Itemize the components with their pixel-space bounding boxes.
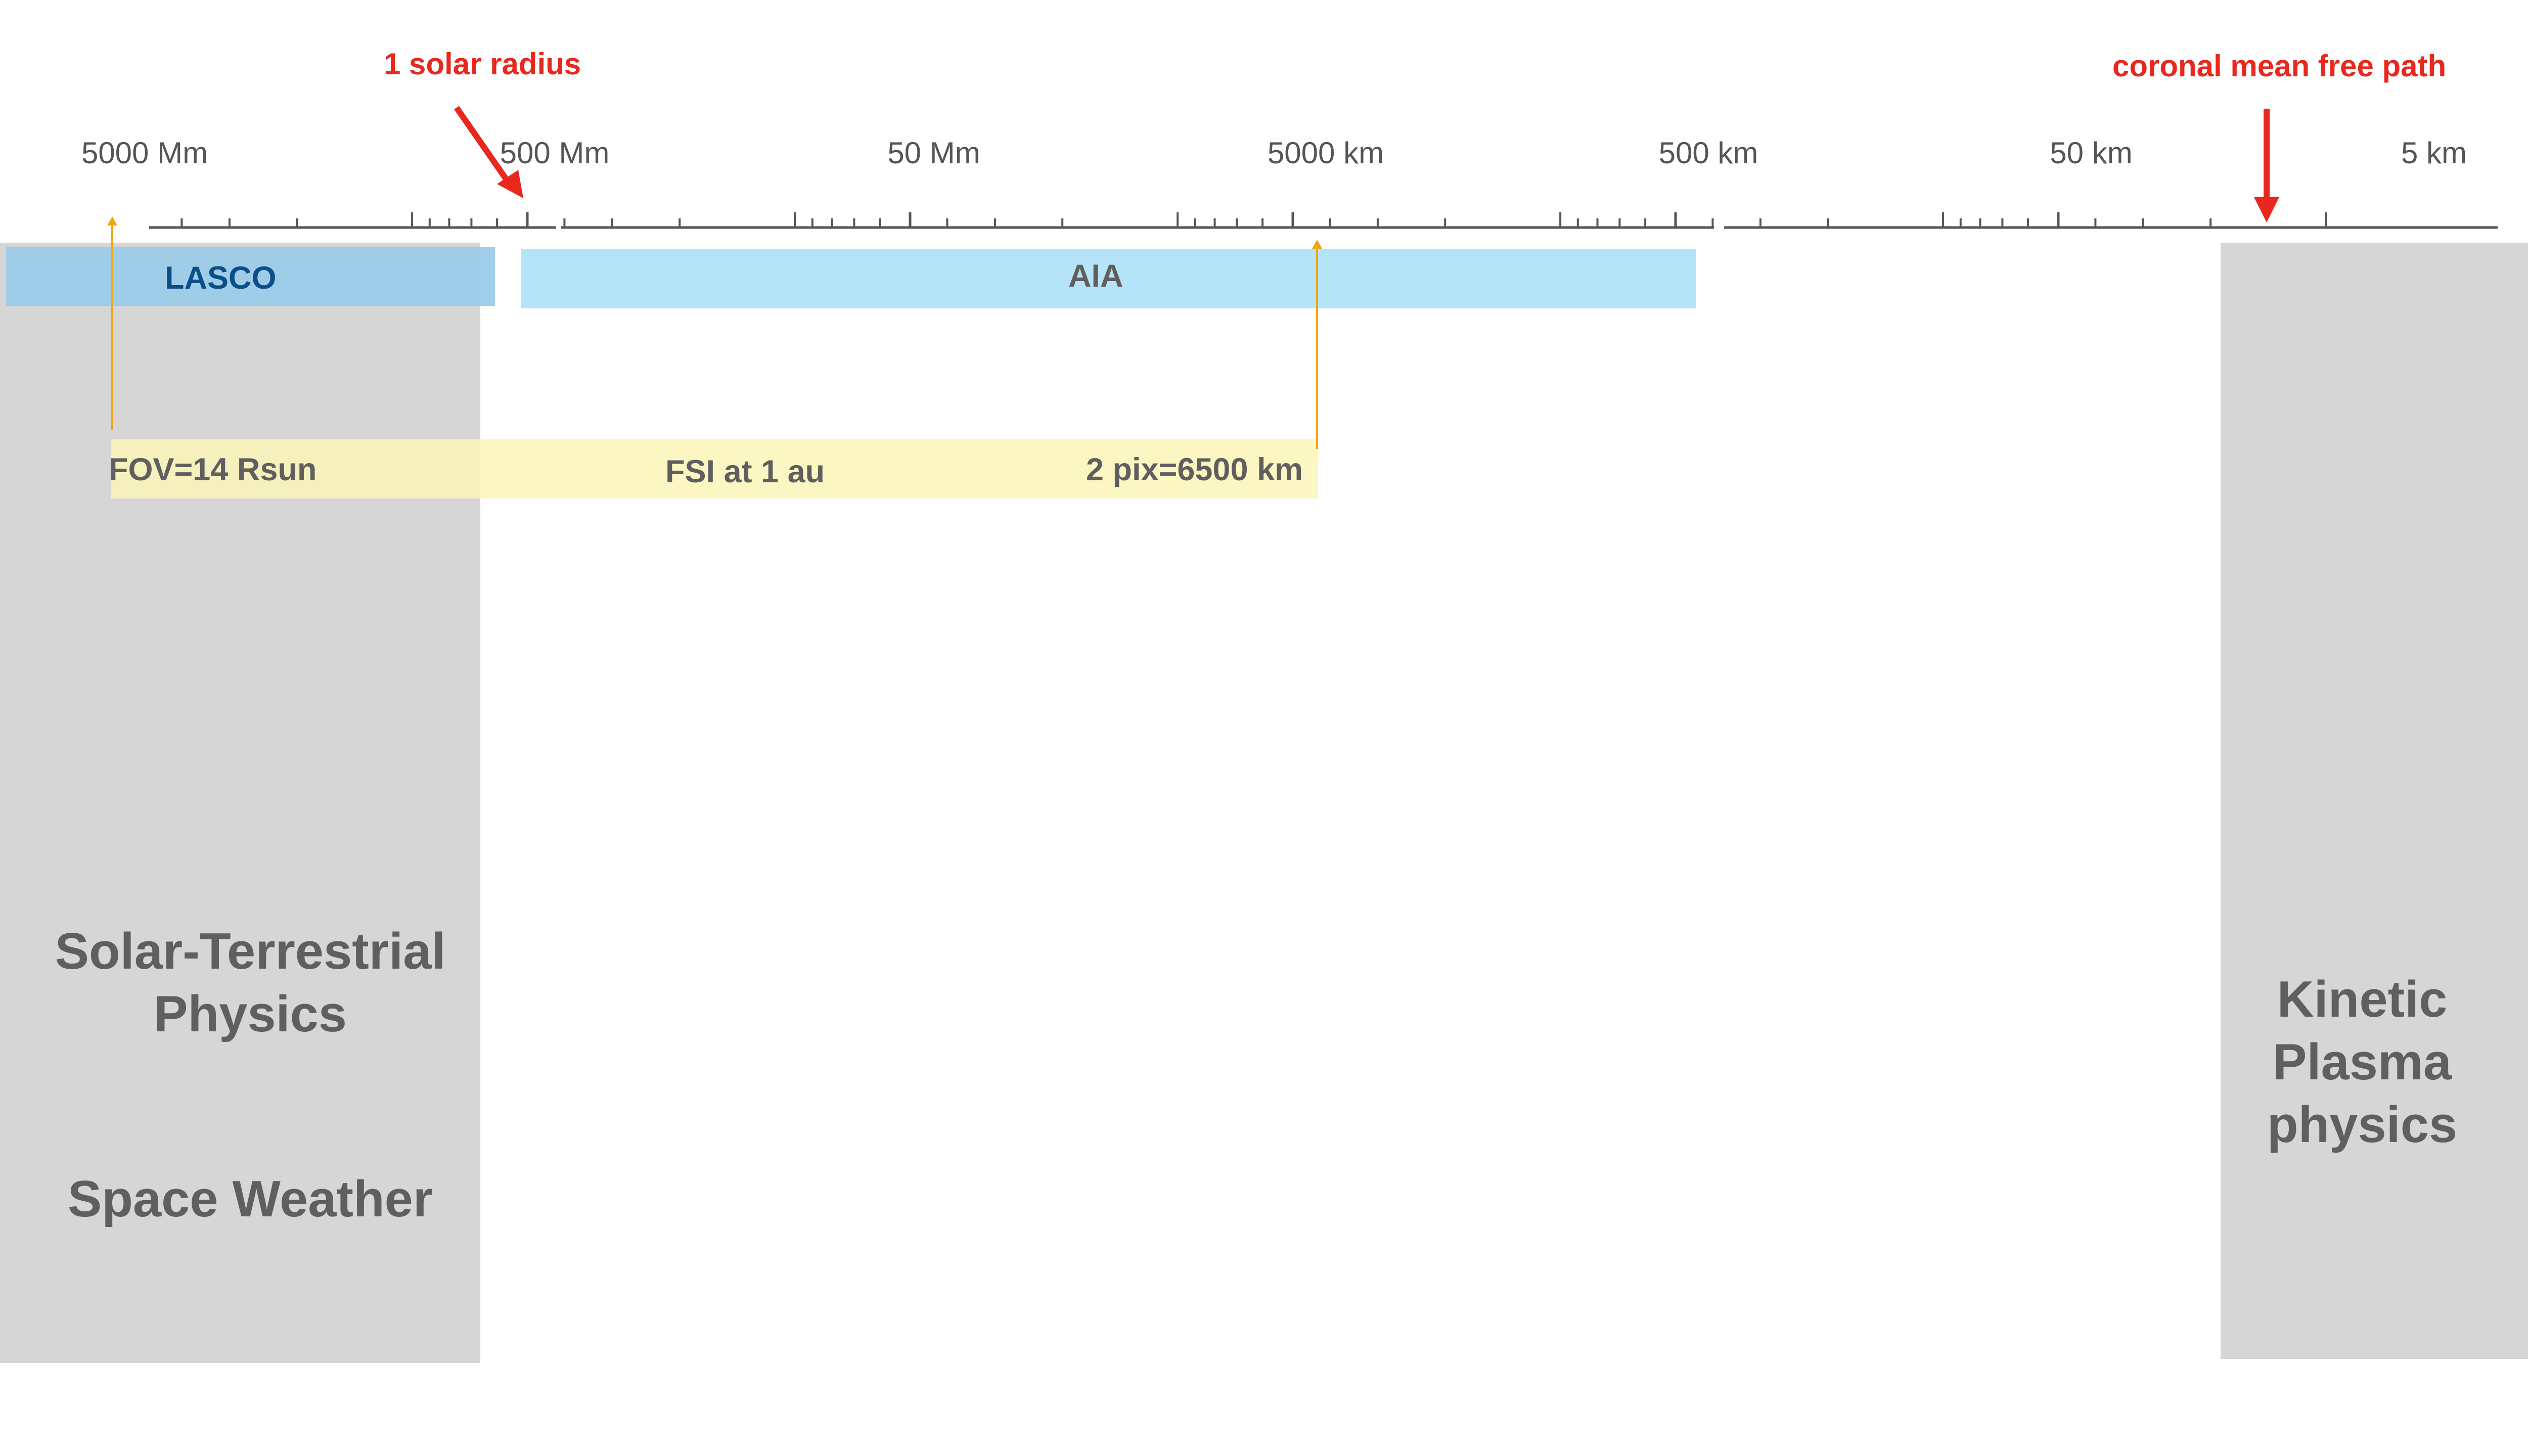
- tick-label-5000km: 5000 km: [1267, 136, 1384, 170]
- tick-label-5000mm: 5000 Mm: [81, 136, 208, 170]
- tick-label-5km: 5 km: [2401, 136, 2467, 170]
- space-weather-title: Space Weather: [20, 1168, 480, 1231]
- solar-radius-annotation: 1 solar radius: [384, 47, 581, 81]
- kinetic-plasma-title: Kinetic Plasma physics: [2221, 968, 2504, 1156]
- tick-label-500mm: 500 Mm: [500, 136, 610, 170]
- kinetic-line2: Plasma: [2273, 1034, 2452, 1090]
- solar-terrestrial-line2: Physics: [154, 986, 347, 1042]
- tick-label-50km: 50 km: [2050, 136, 2133, 170]
- resolution-arrow-head: [1312, 240, 1322, 249]
- scale-axis: [107, 106, 2498, 449]
- solar-terrestrial-title: Solar-Terrestrial Physics: [20, 920, 480, 1045]
- kinetic-line1: Kinetic: [2277, 971, 2448, 1028]
- mean-free-path-annotation: coronal mean free path: [2112, 49, 2447, 83]
- tick-label-50mm: 50 Mm: [887, 136, 980, 170]
- tick-label-500km: 500 km: [1658, 136, 1758, 170]
- space-weather-label: Space Weather: [67, 1171, 433, 1227]
- fov-arrow-head: [107, 216, 117, 225]
- mean-free-path-arrow-head: [2254, 197, 2279, 222]
- kinetic-line3: physics: [2267, 1097, 2458, 1153]
- solar-terrestrial-line1: Solar-Terrestrial: [55, 923, 446, 980]
